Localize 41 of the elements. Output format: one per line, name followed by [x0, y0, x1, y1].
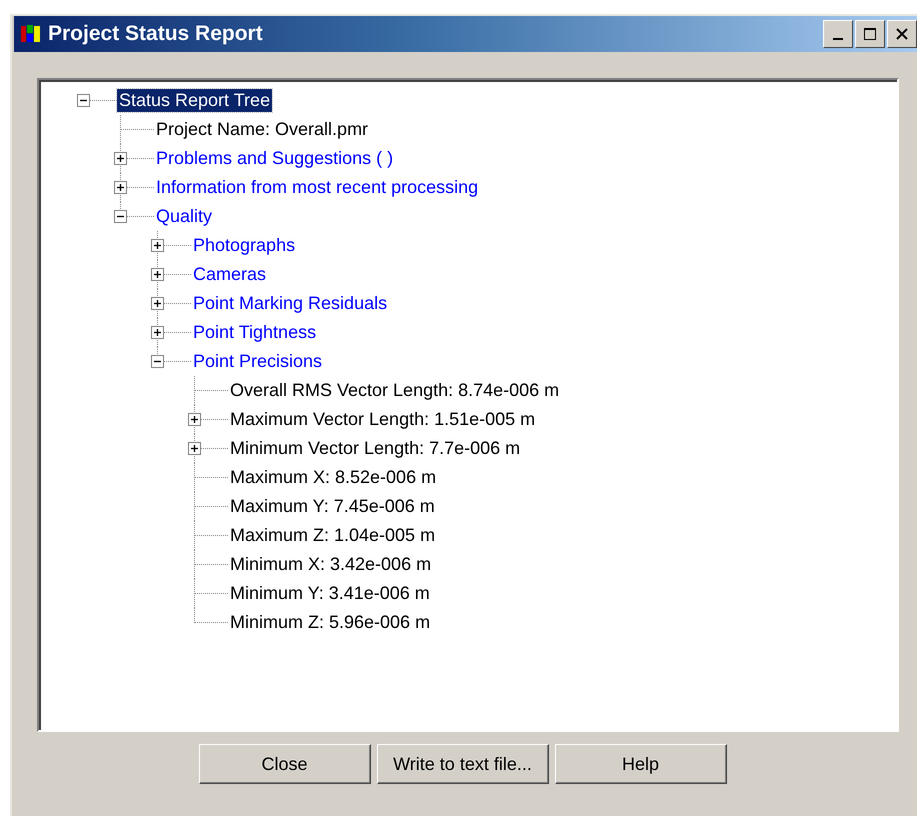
expand-icon[interactable]	[151, 239, 164, 252]
expand-icon[interactable]	[151, 297, 164, 310]
close-button[interactable]	[887, 20, 917, 48]
window-title: Project Status Report	[48, 22, 264, 46]
tree-item[interactable]: Quality	[154, 205, 214, 228]
tree-item[interactable]: Information from most recent processing	[154, 176, 480, 199]
expand-icon[interactable]	[114, 152, 127, 165]
expand-icon[interactable]	[151, 268, 164, 281]
tree-item[interactable]: Maximum Z: 1.04e-005 m	[228, 524, 438, 547]
close-icon	[895, 27, 909, 41]
dialog-button[interactable]: Write to text file...	[376, 744, 548, 784]
tree-item[interactable]: Minimum Z: 5.96e-006 m	[228, 611, 432, 634]
tree-item[interactable]: Maximum X: 8.52e-006 m	[228, 466, 438, 489]
maximize-icon	[863, 27, 877, 41]
tree-item[interactable]: Maximum Y: 7.45e-006 m	[228, 495, 437, 518]
tree-item[interactable]: Project Name: Overall.pmr	[154, 118, 370, 141]
tree-item[interactable]: Minimum Vector Length: 7.7e-006 m	[228, 437, 522, 460]
expand-icon[interactable]	[188, 442, 201, 455]
maximize-button[interactable]	[855, 20, 885, 48]
dialog-button[interactable]: Help	[554, 744, 726, 784]
minimize-button[interactable]	[823, 20, 853, 48]
tree-item[interactable]: Minimum X: 3.42e-006 m	[228, 553, 434, 576]
tree-item[interactable]: Cameras	[191, 263, 268, 286]
tree-item[interactable]: Photographs	[191, 234, 298, 257]
dialog-button[interactable]: Close	[198, 744, 370, 784]
tree-item[interactable]: Minimum Y: 3.41e-006 m	[228, 582, 432, 605]
expand-icon[interactable]	[151, 326, 164, 339]
collapse-icon[interactable]	[114, 210, 127, 223]
tree-item[interactable]: Problems and Suggestions ( )	[154, 147, 396, 170]
tree-item[interactable]: Maximum Vector Length: 1.51e-005 m	[228, 408, 538, 431]
collapse-icon[interactable]	[77, 94, 90, 107]
expand-icon[interactable]	[114, 181, 127, 194]
tree-item[interactable]: Point Tightness	[191, 321, 318, 344]
tree-item[interactable]: Point Precisions	[191, 350, 324, 373]
expand-icon[interactable]	[188, 413, 201, 426]
tree-item[interactable]: Overall RMS Vector Length: 8.74e-006 m	[228, 379, 562, 402]
collapse-icon[interactable]	[151, 355, 164, 368]
tree-item[interactable]: Point Marking Residuals	[191, 292, 390, 315]
app-icon	[20, 23, 42, 45]
minimize-icon	[833, 38, 843, 40]
tree-item[interactable]: Status Report Tree	[117, 89, 272, 112]
